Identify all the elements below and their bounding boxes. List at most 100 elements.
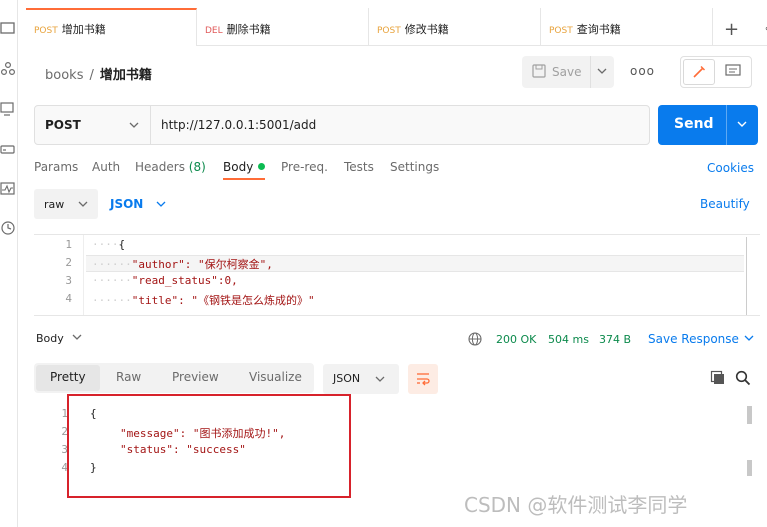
send-options-button[interactable] (726, 105, 758, 145)
view-tab-pretty[interactable]: Pretty (36, 365, 100, 391)
tab-params[interactable]: Params (34, 160, 78, 174)
tab-label: 删除书籍 (226, 23, 271, 36)
search-icon[interactable] (735, 370, 751, 389)
tab-headers[interactable]: Headers (8) (135, 160, 206, 174)
monitors-icon[interactable] (0, 181, 16, 197)
response-format-select[interactable]: JSON (323, 364, 399, 394)
tab-pre-request[interactable]: Pre-req. (281, 160, 328, 174)
pencil-icon (693, 66, 705, 78)
watermark: CSDN @软件测试李同学 (464, 493, 688, 517)
view-tab-visualize[interactable]: Visualize (249, 370, 302, 384)
tab-method: POST (549, 26, 573, 36)
save-response-button[interactable]: Save Response (648, 332, 754, 346)
beautify-link[interactable]: Beautify (700, 197, 750, 211)
request-tab[interactable]: POST 增加书籍 (26, 8, 197, 46)
response-time[interactable]: 504 ms (548, 333, 589, 346)
tab-method: POST (34, 26, 58, 36)
chevron-down-icon (744, 335, 754, 341)
chevron-down-icon (72, 334, 82, 340)
body-format-select[interactable]: JSON (110, 197, 166, 211)
code-line: ······"read_status":0, (92, 274, 238, 287)
editor-scrollbar[interactable] (746, 237, 747, 315)
comment-icon (725, 64, 741, 76)
send-button[interactable]: Send (658, 105, 758, 145)
chevron-down-icon (375, 376, 385, 382)
history-icon[interactable] (0, 220, 16, 236)
tab-headers-label: Headers (135, 160, 185, 174)
chevron-down-icon (129, 122, 139, 128)
request-tab[interactable]: DEL 删除书籍 (197, 8, 369, 46)
cookies-link[interactable]: Cookies (707, 161, 754, 175)
code-line: ······"author": "保尔柯察金", (92, 258, 273, 271)
code-line: ······"title": "《钢铁是怎么炼成的》" (92, 294, 315, 307)
tab-label: 修改书籍 (404, 23, 449, 36)
response-view-tabs: Pretty Raw Preview Visualize (34, 363, 314, 393)
method-label: POST (45, 118, 81, 132)
line-number: 2 (65, 256, 72, 269)
line-number: 3 (65, 274, 72, 287)
tab-method: DEL (205, 26, 223, 36)
response-header-bar: Body 200 OK 504 ms 374 B Save Response (36, 332, 760, 352)
url-input[interactable]: http://127.0.0.1:5001/add (161, 118, 316, 132)
chevron-down-icon (78, 201, 88, 207)
breadcrumb-request[interactable]: 增加书籍 (100, 68, 152, 83)
tab-body-label: Body (223, 160, 254, 174)
tab-body[interactable]: Body (223, 160, 266, 180)
headers-count: (8) (188, 160, 206, 174)
collections-icon[interactable] (0, 20, 16, 36)
response-size[interactable]: 374 B (599, 333, 631, 346)
view-tab-raw[interactable]: Raw (116, 370, 141, 384)
request-tab[interactable]: POST 修改书籍 (369, 8, 541, 46)
more-actions-button[interactable]: ooo (630, 64, 655, 78)
line-number: 1 (65, 238, 72, 251)
tab-settings[interactable]: Settings (390, 160, 439, 174)
body-mode-select[interactable]: raw (34, 189, 98, 219)
view-tab-preview[interactable]: Preview (172, 370, 219, 384)
save-label: Save (552, 65, 582, 79)
line-number: 4 (61, 461, 68, 474)
copy-icon[interactable] (710, 370, 726, 389)
request-tab[interactable]: POST 查询书籍 (541, 8, 713, 46)
response-scrollbar[interactable] (747, 406, 752, 424)
wrap-lines-button[interactable] (408, 364, 438, 394)
apis-icon[interactable] (0, 61, 16, 77)
wrap-icon (417, 373, 430, 386)
tab-label: 增加书籍 (61, 23, 106, 36)
request-body-editor[interactable]: 1 2 3 4 ····{ ······"author": "保尔柯察金", ·… (34, 234, 760, 316)
method-select[interactable]: POST (35, 106, 151, 144)
save-response-label: Save Response (648, 332, 739, 346)
line-number: 4 (65, 292, 72, 305)
body-mode-label: raw (44, 198, 65, 211)
breadcrumb: books / 增加书籍 (45, 64, 152, 83)
breadcrumb-collection[interactable]: books (45, 68, 83, 83)
url-bar: POST http://127.0.0.1:5001/add (34, 105, 650, 145)
response-section-toggle[interactable]: Body (36, 332, 82, 345)
highlight-box (67, 394, 351, 498)
edit-mode-button[interactable] (683, 59, 715, 85)
tab-auth[interactable]: Auth (92, 160, 120, 174)
tab-tests[interactable]: Tests (344, 160, 374, 174)
response-title: Body (36, 332, 64, 345)
chevron-down-icon (156, 201, 166, 207)
response-format-label: JSON (333, 372, 361, 385)
save-button[interactable]: Save (522, 56, 614, 88)
save-options-button[interactable] (590, 56, 614, 88)
left-sidebar (0, 0, 18, 527)
code-line: ····{ (92, 238, 126, 251)
view-mode-toggle (680, 56, 752, 88)
breadcrumb-separator: / (89, 68, 94, 83)
mock-servers-icon[interactable] (0, 141, 16, 157)
new-tab-button[interactable]: + (724, 19, 739, 40)
response-scrollbar[interactable] (747, 460, 752, 476)
chevron-down-icon (597, 68, 607, 74)
environments-icon[interactable] (0, 101, 16, 117)
line-number: 3 (61, 443, 68, 456)
body-indicator-dot (258, 163, 266, 170)
line-number: 1 (61, 407, 68, 420)
chevron-down-icon (737, 121, 747, 127)
globe-icon[interactable] (468, 332, 482, 349)
tab-method: POST (377, 26, 401, 36)
status-code[interactable]: 200 OK (496, 333, 536, 346)
tab-label: 查询书籍 (576, 23, 621, 36)
save-icon (532, 64, 546, 81)
